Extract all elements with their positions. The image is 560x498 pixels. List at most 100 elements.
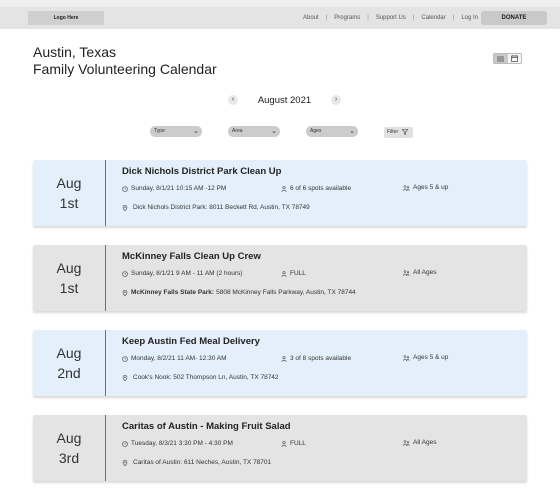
view-toggle [493, 53, 522, 64]
divider [105, 330, 106, 396]
nav-separator: | [367, 15, 369, 21]
location-pin-icon [122, 459, 128, 466]
chevron-down-icon: ⌄ [349, 128, 355, 135]
event-day: 2nd [57, 365, 81, 381]
event-ages: All Ages [403, 269, 437, 276]
nav-calendar[interactable]: Calendar [421, 15, 445, 21]
family-icon [403, 354, 410, 361]
event-ages-text: All Ages [413, 439, 437, 446]
event-location-text: Caritas of Austin: 611 Neches, Austin, T… [133, 459, 272, 466]
event-ages: Ages 5 & up [403, 184, 448, 191]
prev-month-button[interactable]: ‹ [228, 95, 238, 105]
event-spots: FULL [281, 440, 306, 447]
page-location: Austin, Texas [33, 44, 117, 60]
event-time-text: Monday, 8/2/21 11 AM- 12:30 AM [131, 355, 227, 362]
event-title[interactable]: Dick Nichols District Park Clean Up [122, 166, 281, 177]
event-time: Tuesday, 8/3/21 3:30 PM - 4:30 PM [122, 440, 233, 447]
location-pin-icon [122, 289, 128, 296]
filter-button-label: Filter [387, 129, 399, 135]
page-title: Austin, Texas Family Volunteering Calend… [33, 44, 217, 78]
event-time: Monday, 8/2/21 11 AM- 12:30 AM [122, 355, 227, 362]
event-location: Caritas of Austin: 611 Neches, Austin, T… [122, 459, 271, 466]
event-title[interactable]: Caritas of Austin - Making Fruit Salad [122, 421, 291, 432]
clock-icon [122, 355, 128, 362]
event-location-text: 5808 McKinney Falls Parkway, Austin, TX … [216, 289, 356, 296]
list-icon [497, 56, 505, 61]
event-spots-text: FULL [290, 270, 306, 277]
event-location: Dick Nichols District Park: 8011 Beckett… [122, 204, 310, 211]
next-month-button[interactable]: › [330, 95, 341, 105]
event-title[interactable]: Keep Austin Fed Meal Delivery [122, 336, 260, 347]
ages-dropdown-label: Ages [310, 128, 322, 134]
person-icon [281, 270, 287, 277]
nav-about[interactable]: About [303, 15, 319, 21]
event-spots: 3 of 8 spots available [281, 355, 351, 362]
event-location-name: McKinney Falls State Park: [131, 289, 215, 296]
event-card[interactable]: Aug 2nd Keep Austin Fed Meal Delivery Mo… [33, 330, 527, 396]
event-time-text: Sunday, 8/1/21 9 AM - 11 AM (2 hours) [131, 270, 243, 277]
event-location: Cook's Nook: 502 Thompson Ln, Austin, TX… [122, 374, 279, 381]
event-date: Aug 1st [33, 245, 105, 311]
type-dropdown-label: Type [154, 128, 165, 134]
nav-programs[interactable]: Programs [334, 15, 360, 21]
nav-log-in[interactable]: Log In [461, 15, 478, 21]
event-spots-text: FULL [290, 440, 306, 447]
month-navigator: ‹ August 2021 › [228, 93, 341, 107]
event-card[interactable]: Aug 3rd Caritas of Austin - Making Fruit… [33, 415, 527, 481]
area-dropdown[interactable]: Area ⌄ [228, 126, 280, 137]
person-icon [281, 185, 287, 192]
person-icon [281, 355, 287, 362]
event-time: Sunday, 8/1/21 9 AM - 11 AM (2 hours) [122, 270, 242, 277]
ages-dropdown[interactable]: Ages ⌄ [306, 126, 358, 137]
event-month: Aug [56, 260, 82, 276]
event-day: 1st [59, 195, 79, 211]
event-date: Aug 1st [33, 160, 105, 226]
event-location-text: Dick Nichols District Park: 8011 Beckett… [133, 204, 310, 211]
divider [105, 415, 106, 481]
event-ages: Ages 5 & up [403, 354, 448, 361]
top-nav: Logo Here About | Programs | Support Us … [0, 7, 560, 29]
event-card[interactable]: Aug 1st Dick Nichols District Park Clean… [33, 160, 527, 226]
list-view-button[interactable] [494, 54, 508, 63]
event-ages-text: All Ages [413, 269, 437, 276]
event-day: 3rd [58, 450, 80, 466]
location-pin-icon [122, 204, 128, 211]
filter-button[interactable]: Filter [384, 127, 413, 138]
nav-support-us[interactable]: Support Us [376, 15, 406, 21]
nav-separator: | [412, 15, 415, 21]
event-spots-text: 3 of 8 spots available [290, 355, 352, 362]
event-spots: FULL [281, 270, 306, 277]
divider [105, 160, 106, 226]
main-content: Austin, Texas Family Volunteering Calend… [0, 29, 560, 498]
donate-button[interactable]: DONATE [481, 11, 547, 25]
calendar-view-button[interactable] [508, 54, 522, 63]
type-dropdown[interactable]: Type ⌄ [150, 126, 202, 137]
event-spots: 6 of 6 spots available [281, 185, 351, 192]
chevron-down-icon: ⌄ [271, 128, 277, 135]
clock-icon [122, 440, 128, 447]
nav-links: About | Programs | Support Us | Calendar… [303, 11, 478, 25]
event-month: Aug [56, 175, 82, 191]
divider [105, 245, 106, 311]
nav-separator: | [452, 15, 455, 21]
chevron-down-icon: ⌄ [193, 128, 199, 135]
event-ages: All Ages [403, 439, 437, 446]
person-icon [281, 440, 287, 447]
event-title[interactable]: McKinney Falls Clean Up Crew [122, 251, 261, 262]
event-day: 1st [59, 280, 79, 296]
calendar-icon [510, 55, 518, 62]
clock-icon [122, 185, 128, 192]
event-month: Aug [56, 345, 82, 361]
family-icon [403, 184, 410, 191]
event-location-text: Cook's Nook: 502 Thompson Ln, Austin, TX… [133, 374, 279, 381]
family-icon [403, 269, 410, 276]
filter-icon [401, 128, 408, 135]
event-ages-text: Ages 5 & up [413, 184, 449, 191]
month-label: August 2021 [257, 94, 312, 106]
event-card[interactable]: Aug 1st McKinney Falls Clean Up Crew Sun… [33, 245, 527, 311]
location-pin-icon [122, 374, 128, 381]
event-location: McKinney Falls State Park: 5808 McKinney… [122, 289, 356, 296]
event-time-text: Tuesday, 8/3/21 3:30 PM - 4:30 PM [131, 440, 233, 447]
nav-separator: | [325, 15, 328, 21]
logo[interactable]: Logo Here [28, 11, 104, 25]
